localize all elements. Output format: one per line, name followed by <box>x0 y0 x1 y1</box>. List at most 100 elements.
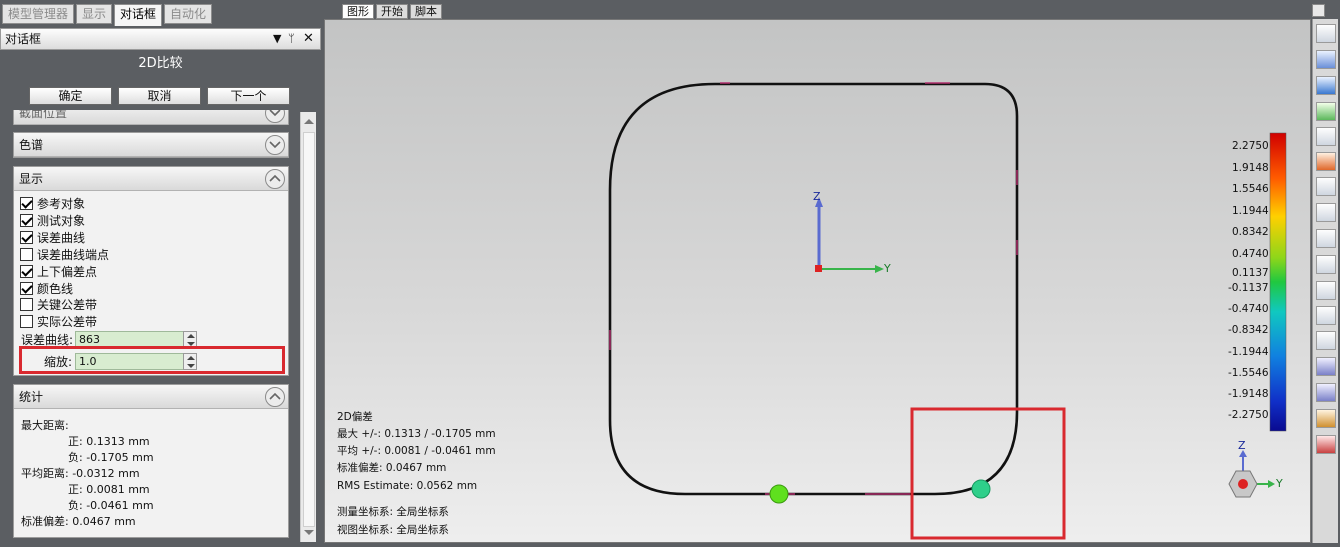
scale-tick-label: 0.8342 <box>1232 226 1269 238</box>
iso-view-icon[interactable] <box>1316 409 1336 428</box>
tab-graphics[interactable]: 图形 <box>342 4 374 19</box>
surface-select-icon[interactable] <box>1316 281 1336 300</box>
section-header[interactable]: 色谱 <box>14 133 288 157</box>
checkbox-label: 关键公差带 <box>37 297 98 312</box>
scale-tick-label: 1.1944 <box>1232 205 1269 217</box>
stat-std: 标准偏差: 0.0467 mm <box>21 515 136 528</box>
axis-label-z: Z <box>813 190 821 203</box>
front-view-icon[interactable] <box>1316 357 1336 376</box>
overlay-measure-cs: 测量坐标系: 全局坐标系 <box>337 506 449 518</box>
overlay-avg: 平均 +/-: 0.0081 / -0.0461 mm <box>337 445 496 457</box>
checkbox-label: 上下偏差点 <box>37 264 98 279</box>
panel-scrollbar[interactable] <box>300 112 316 542</box>
section-header[interactable]: 显示 <box>14 167 288 191</box>
triad-label-y: Y <box>1276 477 1283 490</box>
next-button[interactable]: 下一个 <box>207 87 290 105</box>
checkbox-label: 误差曲线 <box>37 230 86 245</box>
polyline-select-icon[interactable] <box>1316 331 1336 350</box>
ok-button[interactable]: 确定 <box>29 87 112 105</box>
overlay-std: 标准偏差: 0.0467 mm <box>337 462 447 474</box>
overlay-max: 最大 +/-: 0.1313 / -0.1705 mm <box>337 428 496 440</box>
tab-model-manager[interactable]: 模型管理器 <box>2 4 75 24</box>
color-scale-bar <box>1269 132 1287 432</box>
tab-dialog[interactable]: 对话框 <box>114 4 163 26</box>
checkbox[interactable] <box>20 297 33 311</box>
scroll-down-icon[interactable] <box>304 530 314 535</box>
rect-select-icon[interactable] <box>1316 177 1336 196</box>
stat-max-neg: 负: -0.1705 mm <box>68 451 154 464</box>
checkbox[interactable] <box>20 264 33 278</box>
section-title: 显示 <box>19 172 44 186</box>
cancel-button[interactable]: 取消 <box>118 87 201 105</box>
deviation-marker-max <box>971 479 991 499</box>
checkbox-label: 误差曲线端点 <box>37 247 110 262</box>
maximize-button[interactable] <box>1312 4 1325 17</box>
polygon-select-icon[interactable] <box>1316 306 1336 325</box>
stat-max-label: 最大距离: <box>21 419 69 432</box>
chevron-up-icon[interactable] <box>265 387 285 407</box>
checkbox[interactable] <box>20 196 33 210</box>
scrollbar-thumb[interactable] <box>303 132 315 527</box>
tab-display[interactable]: 显示 <box>76 4 113 24</box>
section-title: 色谱 <box>19 138 44 152</box>
section-header[interactable]: 截面位置 <box>14 110 288 125</box>
overlay-rms: RMS Estimate: 0.0562 mm <box>337 480 478 492</box>
checkbox-error-curve[interactable]: 误差曲线 <box>20 229 85 245</box>
fit-view-icon[interactable] <box>1316 102 1336 121</box>
rotate-icon[interactable] <box>1316 50 1336 69</box>
scale-tick-label: -0.1137 <box>1228 282 1269 294</box>
brush-select-icon[interactable] <box>1316 255 1336 274</box>
section-view-icon[interactable] <box>1316 435 1336 454</box>
checkbox-key-tolerance[interactable]: 关键公差带 <box>20 296 97 312</box>
tab-script[interactable]: 脚本 <box>410 4 442 19</box>
stat-max-pos: 正: 0.1313 mm <box>68 435 150 448</box>
dialog-title: 2D比较 <box>0 51 321 77</box>
chevron-up-icon[interactable] <box>265 169 285 189</box>
stat-avg-pos: 正: 0.0081 mm <box>68 483 150 496</box>
highlight-box <box>19 346 285 374</box>
graphics-tab-bar: 图形 开始 脚本 <box>324 4 442 20</box>
checkbox-error-curve-endpoints[interactable]: 误差曲线端点 <box>20 246 109 262</box>
section-header[interactable]: 统计 <box>14 385 288 409</box>
scroll-up-icon[interactable] <box>304 119 314 124</box>
right-toolbar <box>1312 19 1338 543</box>
chevron-down-icon[interactable] <box>265 110 285 123</box>
stat-avg-neg: 负: -0.0461 mm <box>68 499 154 512</box>
close-icon[interactable]: ✕ <box>303 29 314 49</box>
graphics-viewport[interactable]: Z Y Z Y 2.2750 1.9148 1.5546 1.1944 0.83… <box>324 19 1311 543</box>
line-select-icon[interactable] <box>1316 229 1336 248</box>
scale-tick-label: -0.8342 <box>1228 324 1269 336</box>
checkbox-color-line[interactable]: 颜色线 <box>20 280 73 296</box>
scale-tick-label: 0.1137 <box>1232 267 1269 279</box>
checkbox-reference-object[interactable]: 参考对象 <box>20 195 85 211</box>
checkbox[interactable] <box>20 247 33 261</box>
checkbox-deviation-points[interactable]: 上下偏差点 <box>20 263 97 279</box>
scale-tick-label: 2.2750 <box>1232 140 1269 152</box>
lasso-select-icon[interactable] <box>1316 203 1336 222</box>
triad-label-z: Z <box>1238 439 1246 452</box>
section-cross-section: 截面位置 <box>13 110 289 125</box>
pin-icon[interactable]: ᛘ <box>288 29 295 49</box>
tab-automation[interactable]: 自动化 <box>164 4 213 24</box>
viewport-drawing <box>608 82 1287 540</box>
checkbox[interactable] <box>20 213 33 227</box>
checkbox-actual-tolerance[interactable]: 实际公差带 <box>20 313 97 329</box>
scale-tick-label: -1.5546 <box>1228 367 1269 379</box>
scale-tick-label: -0.4740 <box>1228 303 1269 315</box>
back-view-icon[interactable] <box>1316 383 1336 402</box>
checkbox[interactable] <box>20 314 33 328</box>
toolbar-collapse-icon[interactable] <box>1316 24 1336 43</box>
color-map-icon[interactable] <box>1316 152 1336 171</box>
dropdown-icon[interactable]: ▼ <box>273 29 281 49</box>
zoom-icon[interactable] <box>1316 127 1336 146</box>
checkbox[interactable] <box>20 281 33 295</box>
left-panel: 模型管理器 显示 对话框 自动化 对话框 ▼ ᛘ ✕ 2D比较 确定 取消 下一… <box>0 0 321 547</box>
checkbox-test-object[interactable]: 测试对象 <box>20 212 85 228</box>
tab-start[interactable]: 开始 <box>376 4 408 19</box>
checkbox-label: 颜色线 <box>37 281 74 296</box>
chevron-down-icon[interactable] <box>265 135 285 155</box>
overlay-view-cs: 视图坐标系: 全局坐标系 <box>337 524 449 536</box>
section-display: 显示 参考对象 测试对象 误差曲线 误差曲线端点 上下偏差点 颜色线 关键公差带… <box>13 166 289 376</box>
checkbox[interactable] <box>20 230 33 244</box>
view-window-icon[interactable] <box>1316 76 1336 95</box>
